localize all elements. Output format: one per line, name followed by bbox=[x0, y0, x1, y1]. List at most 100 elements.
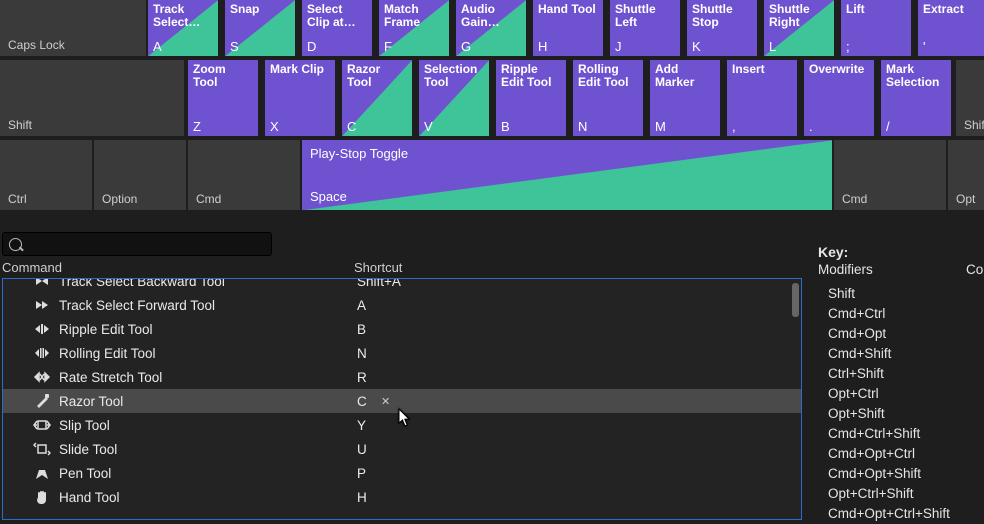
modifier-item[interactable]: Cmd+Opt+Ctrl bbox=[828, 444, 950, 464]
key-heading: Key: bbox=[818, 244, 848, 260]
shift-right-label: Shift bbox=[964, 118, 984, 132]
command-name: Track Select Backward Tool bbox=[59, 278, 225, 289]
modifier-item[interactable]: Cmd+Opt+Shift bbox=[828, 464, 950, 484]
key-title: Hand Tool bbox=[538, 3, 598, 16]
key-M[interactable]: Add Marker M bbox=[650, 60, 720, 136]
modifier-item[interactable]: Cmd+Ctrl+Shift bbox=[828, 424, 950, 444]
key-char: H bbox=[538, 40, 547, 53]
modifier-item[interactable]: Shift bbox=[828, 284, 950, 304]
cursor-icon bbox=[398, 408, 414, 431]
key-sym[interactable]: Lift; bbox=[841, 0, 911, 56]
key-title: Select Clip at… bbox=[307, 3, 367, 29]
command-row[interactable]: Hand ToolH bbox=[3, 485, 801, 509]
cmd-right-label: Cmd bbox=[842, 192, 867, 206]
command-shortcut: B bbox=[357, 322, 366, 337]
key-sym[interactable]: Insert, bbox=[727, 60, 797, 136]
shift-right-key[interactable]: Shift bbox=[956, 60, 984, 136]
command-shortcut: C bbox=[357, 394, 367, 409]
cmd-left-key[interactable]: Cmd bbox=[188, 140, 300, 210]
key-Z[interactable]: Zoom ToolZ bbox=[188, 60, 258, 136]
key-F[interactable]: Match FrameF bbox=[379, 0, 449, 56]
modifier-item[interactable]: Cmd+Opt+Ctrl+Shift bbox=[828, 504, 950, 524]
command-shortcut: Shift+A bbox=[357, 278, 401, 289]
command-row[interactable]: Ripple Edit Tool B bbox=[3, 317, 801, 341]
key-V[interactable]: Selection ToolV bbox=[419, 60, 489, 136]
modifiers-list: ShiftCmd+CtrlCmd+OptCmd+ShiftCtrl+ShiftO… bbox=[828, 284, 950, 524]
key-A[interactable]: Track Select…A bbox=[148, 0, 218, 56]
column-shortcut: Shortcut bbox=[354, 260, 402, 275]
key-title: Ripple Edit Tool bbox=[501, 63, 561, 89]
key-J[interactable]: Shuttle LeftJ bbox=[610, 0, 680, 56]
key-title: Shuttle Right bbox=[769, 3, 829, 29]
key-title: Selection Tool bbox=[424, 63, 484, 89]
key-K[interactable]: Shuttle StopK bbox=[687, 0, 757, 56]
key-char: C bbox=[347, 120, 356, 133]
command-row[interactable]: Slide ToolU bbox=[3, 437, 801, 461]
key-title: Mark Selection bbox=[886, 63, 946, 89]
modifier-item[interactable]: Cmd+Opt bbox=[828, 324, 950, 344]
key-sym[interactable]: Extract' bbox=[918, 0, 984, 56]
key-char: B bbox=[501, 120, 510, 133]
ctrl-left-key[interactable]: Ctrl bbox=[0, 140, 92, 210]
key-char: G bbox=[461, 40, 471, 53]
command-name: Ripple Edit Tool bbox=[59, 322, 153, 337]
opt-right-label: Opt bbox=[956, 192, 975, 206]
key-char: ; bbox=[846, 40, 850, 53]
key-D[interactable]: Select Clip at…D bbox=[302, 0, 372, 56]
option-left-key[interactable]: Option bbox=[94, 140, 186, 210]
key-sym[interactable]: Mark Selection / bbox=[881, 60, 951, 136]
opt-right-key[interactable]: Opt bbox=[948, 140, 984, 210]
key-H[interactable]: Hand Tool H bbox=[533, 0, 603, 56]
capslock-key[interactable]: Caps Lock bbox=[0, 0, 146, 56]
command-row[interactable]: Track Select Backward Tool Shift+A bbox=[3, 278, 801, 293]
command-name: Rate Stretch Tool bbox=[59, 370, 162, 385]
command-shortcut: N bbox=[357, 346, 367, 361]
key-X[interactable]: Mark ClipX bbox=[265, 60, 335, 136]
space-key-title: Play-Stop Toggle bbox=[310, 146, 824, 161]
modifier-item[interactable]: Opt+Ctrl bbox=[828, 384, 950, 404]
side-col2-heading: Co bbox=[966, 262, 983, 277]
command-name: Pen Tool bbox=[59, 466, 111, 481]
key-sym[interactable]: Overwrite. bbox=[804, 60, 874, 136]
command-row[interactable]: Track Select Forward ToolA bbox=[3, 293, 801, 317]
command-search[interactable] bbox=[2, 232, 272, 256]
track-fwd-icon bbox=[33, 296, 51, 314]
key-G[interactable]: Audio Gain…G bbox=[456, 0, 526, 56]
key-S[interactable]: SnapS bbox=[225, 0, 295, 56]
slide-icon bbox=[33, 440, 51, 458]
command-row[interactable]: Pen ToolP bbox=[3, 461, 801, 485]
ctrl-left-label: Ctrl bbox=[8, 192, 27, 206]
modifier-item[interactable]: Ctrl+Shift bbox=[828, 364, 950, 384]
key-B[interactable]: Ripple Edit Tool B bbox=[496, 60, 566, 136]
key-L[interactable]: Shuttle RightL bbox=[764, 0, 834, 56]
command-name: Rolling Edit Tool bbox=[59, 346, 156, 361]
clear-shortcut-button[interactable]: ✕ bbox=[381, 395, 390, 408]
command-row[interactable]: Rate Stretch ToolR bbox=[3, 365, 801, 389]
key-char: N bbox=[578, 120, 587, 133]
pen-icon bbox=[33, 464, 51, 482]
key-char: / bbox=[886, 120, 890, 133]
cmd-right-key[interactable]: Cmd bbox=[834, 140, 946, 210]
option-left-label: Option bbox=[102, 192, 137, 206]
command-name: Razor Tool bbox=[59, 394, 123, 409]
key-title: Add Marker bbox=[655, 63, 715, 89]
command-search-input[interactable] bbox=[26, 236, 265, 252]
scrollbar-thumb[interactable] bbox=[792, 283, 799, 317]
command-name: Track Select Forward Tool bbox=[59, 298, 215, 313]
key-title: Zoom Tool bbox=[193, 63, 253, 89]
space-key[interactable]: Play-Stop Toggle Space bbox=[302, 140, 832, 210]
command-row[interactable]: Rolling Edit Tool N bbox=[3, 341, 801, 365]
capslock-label: Caps Lock bbox=[8, 38, 65, 52]
key-C[interactable]: Razor ToolC bbox=[342, 60, 412, 136]
key-title: Mark Clip bbox=[270, 63, 330, 76]
modifier-item[interactable]: Cmd+Ctrl bbox=[828, 304, 950, 324]
modifier-item[interactable]: Cmd+Shift bbox=[828, 344, 950, 364]
modifier-item[interactable]: Opt+Ctrl+Shift bbox=[828, 484, 950, 504]
command-shortcut: U bbox=[357, 442, 367, 457]
command-shortcut: Y bbox=[357, 418, 366, 433]
shortcut-list-pane[interactable]: Track Select Backward ToolShift+ATrack S… bbox=[2, 278, 802, 520]
key-N[interactable]: Rolling Edit ToolN bbox=[573, 60, 643, 136]
modifier-item[interactable]: Opt+Shift bbox=[828, 404, 950, 424]
key-char: M bbox=[655, 120, 666, 133]
shift-left-key[interactable]: Shift bbox=[0, 60, 184, 136]
